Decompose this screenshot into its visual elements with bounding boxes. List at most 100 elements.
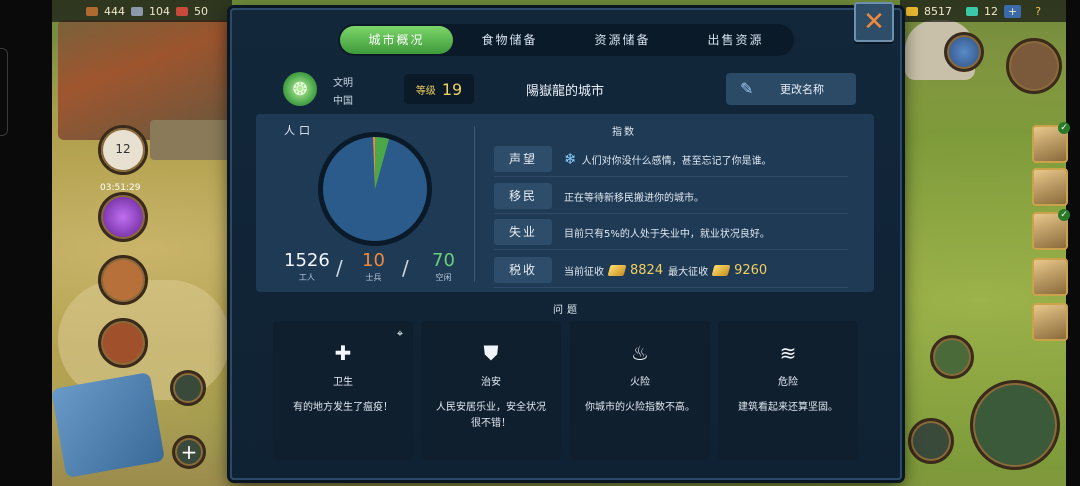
level-value: 19 [441, 79, 463, 99]
index-row-unemployment: 失业 目前只有5%的人处于失业中，就业状况良好。 [494, 218, 848, 246]
iron-amount: 104 [149, 4, 170, 18]
reputation-tag[interactable]: 声望 [494, 146, 552, 172]
problem-name: 火险 [630, 377, 650, 388]
problem-desc: 你城市的火险指数不高。 [585, 402, 695, 413]
problems-title: 问题 [553, 305, 581, 316]
vacant-count: 70 [432, 250, 455, 271]
rename-button[interactable]: ✎ 更改名称 [726, 73, 856, 105]
pin-icon[interactable]: ⌖ [393, 327, 407, 341]
tax-tag[interactable]: 税收 [494, 257, 552, 283]
screen-edge-left [0, 0, 52, 486]
max-tax-value: 9260 [734, 262, 768, 278]
backpack-button[interactable] [98, 255, 148, 305]
level-label: 等级 [415, 85, 436, 97]
close-icon: ✕ [863, 7, 885, 37]
index-row-reputation: 声望 ❄ 人们对你没什么感情，甚至忘记了你是谁。 [494, 145, 848, 173]
city-wall [150, 120, 230, 160]
magic-orb-button[interactable] [98, 192, 148, 242]
currency-bar: 8517 12 + ? [900, 0, 1066, 22]
advisor-avatar[interactable] [1006, 38, 1062, 94]
hero-portrait-2[interactable] [1032, 168, 1068, 206]
problem-card-health[interactable]: ⌖ ✚ 卫生 有的地方发生了瘟疫！ [273, 321, 413, 460]
problem-desc: 建筑看起来还算坚固。 [738, 402, 838, 413]
separator: / [336, 256, 343, 280]
problem-name: 危险 [778, 377, 798, 388]
tab-resource-reserve[interactable]: 资源储备 [566, 26, 679, 54]
problem-card-security[interactable]: ⛊ 治安 人民安居乐业，安全状况很不错！ [421, 321, 561, 460]
unemployment-tag[interactable]: 失业 [494, 219, 552, 245]
calendar-day: 12 [115, 142, 131, 156]
map-compass-icon[interactable] [50, 372, 166, 478]
screen-edge-right [1066, 0, 1080, 486]
tab-food-reserve[interactable]: 食物储备 [453, 26, 566, 54]
hero-portrait-3[interactable]: ✓ [1032, 209, 1070, 250]
unemployment-text: 目前只有5%的人处于失业中，就业状况良好。 [564, 228, 770, 240]
hero-portrait-1[interactable]: ✓ [1032, 122, 1070, 163]
gold-bar-icon [607, 264, 627, 276]
tab-bar: 城市概况 食物储备 资源储备 出售资源 [338, 24, 794, 56]
help-button[interactable]: ? [1035, 5, 1041, 18]
fire-icon: ♨ [631, 341, 649, 365]
vacant-label: 空闲 [435, 273, 452, 282]
tab-sell-resources[interactable]: 出售资源 [679, 26, 792, 54]
max-tax-label: 最大征收 [668, 266, 709, 278]
population-pie-chart [318, 132, 432, 246]
current-tax-label: 当前征收 [564, 266, 604, 278]
close-button[interactable]: ✕ [854, 2, 894, 42]
gold-icon [906, 6, 918, 16]
row-divider [494, 176, 848, 177]
tab-city-overview[interactable]: 城市概况 [340, 26, 453, 54]
level-badge: 等级 19 [404, 74, 474, 104]
index-row-immigration: 移民 正在等待新移民搬进你的城市。 [494, 182, 848, 210]
separator: / [402, 256, 409, 280]
workers-stat: 1526 工人 [284, 250, 330, 283]
layers-button[interactable] [170, 370, 206, 406]
immigration-tag[interactable]: 移民 [494, 183, 552, 209]
hero-portrait-4[interactable] [1032, 258, 1068, 296]
tornado-icon: ≋ [779, 341, 797, 365]
add-gems-button[interactable]: + [1004, 4, 1022, 18]
soldiers-stat: 10 士兵 [362, 250, 385, 283]
vacant-stat: 70 空闲 [432, 250, 455, 283]
calendar-button[interactable]: 12 [98, 125, 148, 175]
problem-card-fire[interactable]: ♨ 火险 你城市的火险指数不高。 [570, 321, 710, 460]
problem-desc: 有的地方发生了瘟疫！ [293, 402, 393, 413]
civilization-name: 中国 [333, 96, 353, 107]
soldiers-label: 士兵 [365, 273, 382, 282]
snowflake-icon: ❄ [564, 150, 577, 168]
iron-icon [131, 6, 143, 16]
dragon-emblem-icon: ❂ [283, 72, 317, 106]
gem-amount: 12 [984, 4, 998, 18]
pencil-icon: ✎ [740, 79, 754, 98]
problem-name: 卫生 [333, 377, 353, 388]
rename-label: 更改名称 [780, 83, 824, 96]
row-divider [494, 287, 848, 288]
soldiers-count: 10 [362, 250, 385, 271]
index-row-tax: 税收 当前征收 8824 最大征收 9260 [494, 256, 848, 284]
immigration-text: 正在等待新移民搬进你的城市。 [564, 192, 704, 204]
current-tax-value: 8824 [630, 262, 664, 278]
shield-icon: ⛊ [483, 341, 499, 365]
row-divider [494, 213, 848, 214]
reputation-text: 人们对你没什么感情，甚至忘记了你是谁。 [581, 155, 772, 167]
gold-amount: 8517 [924, 4, 952, 18]
gem-icon [966, 6, 978, 16]
problem-desc: 人民安居乐业，安全状况很不错！ [436, 402, 546, 429]
side-handle[interactable] [0, 48, 8, 136]
resource-bar: 444 104 50 [52, 0, 232, 22]
civilization-label: 文明 [333, 78, 353, 89]
city-name: 陽嶽龍的城市 [525, 84, 604, 99]
cross-icon: ✚ [334, 341, 352, 365]
workers-count: 1526 [284, 250, 330, 271]
hero-portrait-5[interactable] [1032, 303, 1068, 341]
problem-name: 治安 [481, 377, 501, 388]
hammer-build-button[interactable] [970, 380, 1060, 470]
shovel-button[interactable] [908, 418, 954, 464]
minimap-button[interactable] [944, 32, 984, 72]
problem-card-danger[interactable]: ≋ 危险 建筑看起来还算坚固。 [718, 321, 858, 460]
row-divider [494, 249, 848, 250]
panel-divider [474, 126, 475, 282]
bowl-button[interactable] [930, 335, 974, 379]
add-button[interactable]: + [172, 435, 206, 469]
market-button[interactable] [98, 318, 148, 368]
